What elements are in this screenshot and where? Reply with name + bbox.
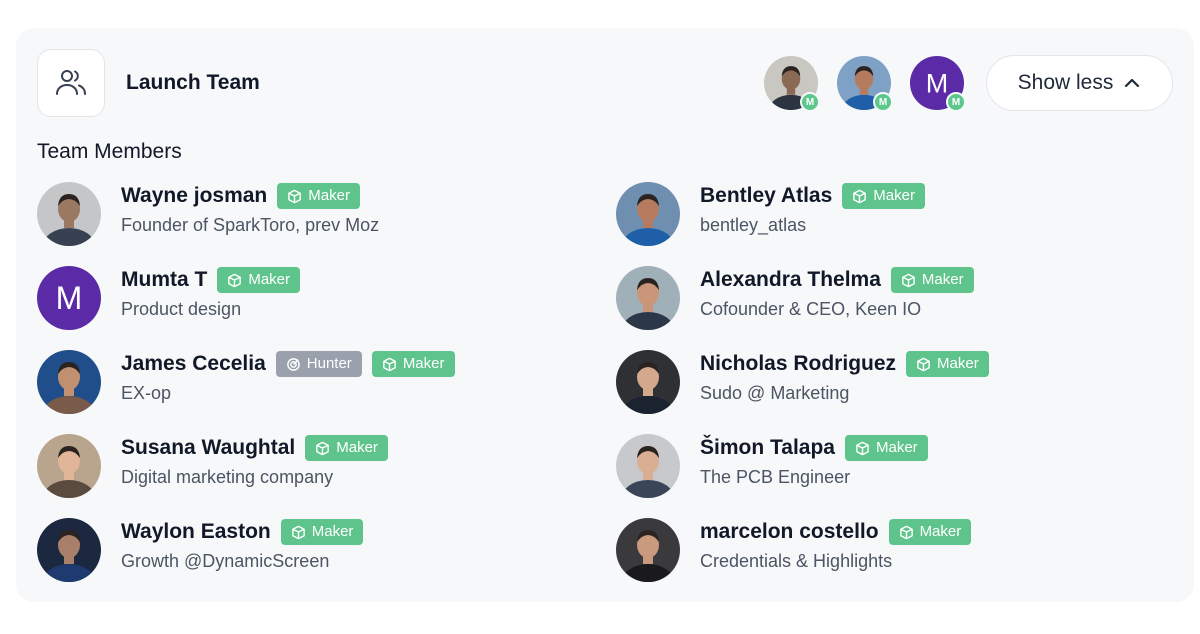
member-name[interactable]: marcelon costello <box>700 518 879 546</box>
hunter-badge: Hunter <box>275 351 362 377</box>
target-icon <box>286 357 300 371</box>
cube-icon <box>382 357 396 371</box>
maker-badge: Maker <box>371 351 455 377</box>
member-info: Waylon Easton Maker Growth @DynamicScreen <box>121 518 364 572</box>
member-headline: Product design <box>121 299 242 319</box>
team-member-item[interactable]: James Cecelia Hunter Maker EX-op <box>37 346 597 414</box>
badge-label: Maker <box>937 355 979 372</box>
member-name[interactable]: Bentley Atlas <box>700 182 832 210</box>
member-avatar[interactable] <box>37 434 101 498</box>
member-info: Mumta T Maker Product design <box>121 266 301 320</box>
badge-label: Maker <box>875 439 918 456</box>
badge-label: Maker <box>919 523 962 540</box>
member-avatar[interactable] <box>616 182 680 246</box>
badge-label: Maker <box>921 271 964 288</box>
member-avatar[interactable] <box>37 518 101 582</box>
member-info: James Cecelia Hunter Maker EX-op <box>121 350 455 404</box>
maker-badge: Maker <box>305 435 388 461</box>
cube-icon <box>853 189 867 203</box>
svg-text:M: M <box>926 68 949 98</box>
member-name[interactable]: Waylon Easton <box>121 518 271 546</box>
member-name[interactable]: Nicholas Rodriguez <box>700 350 896 378</box>
maker-badge: Maker <box>890 267 974 293</box>
member-headline: Founder of SparkToro, prev Moz <box>121 215 380 235</box>
maker-badge: Maker <box>842 183 925 209</box>
maker-badge: Maker <box>906 351 989 377</box>
member-name[interactable]: Wayne josman <box>121 182 267 210</box>
launch-team-card: Launch Team MMMM Show less Team Members … <box>16 28 1194 602</box>
team-member-item[interactable]: Šimon Talapa Maker The PCB Engineer <box>616 430 1176 498</box>
team-member-item[interactable]: Bentley Atlas Maker bentley_atlas <box>616 178 1176 246</box>
show-less-button[interactable]: Show less <box>986 55 1173 111</box>
show-less-label: Show less <box>1017 71 1114 94</box>
chevron-up-icon <box>1125 78 1140 88</box>
member-headline: The PCB Engineer <box>700 467 851 487</box>
cube-icon <box>288 189 302 203</box>
launch-team-title: Launch Team <box>126 71 260 94</box>
team-member-item[interactable]: Susana Waughtal Maker Digital marketing co… <box>37 430 597 498</box>
member-headline: Digital marketing company <box>121 467 334 487</box>
maker-badge: Maker <box>888 519 972 545</box>
maker-badge: Maker <box>844 435 928 461</box>
member-avatar[interactable] <box>616 350 680 414</box>
badge-label: Maker <box>311 523 354 540</box>
cube-icon <box>902 273 915 287</box>
badge-label: Maker <box>308 187 350 204</box>
member-info: Nicholas Rodriguez Maker Sudo @ Marketing <box>700 350 989 404</box>
header-avatar[interactable]: M <box>837 56 893 112</box>
member-name[interactable]: Susana Waughtal <box>121 434 295 462</box>
team-member-item[interactable]: Waylon Easton Maker Growth @DynamicScreen <box>37 514 597 582</box>
cube-icon <box>856 441 869 455</box>
member-headline: bentley_atlas <box>700 215 807 235</box>
team-member-item[interactable]: Alexandra Thelma Maker Cofounder & CEO, Ke… <box>616 262 1176 330</box>
cube-icon <box>917 357 930 371</box>
member-avatar[interactable] <box>616 518 680 582</box>
member-name[interactable]: Mumta T <box>121 266 207 294</box>
member-name[interactable]: Alexandra Thelma <box>700 266 881 294</box>
badge-label: Maker <box>873 187 915 204</box>
member-headline: EX-op <box>121 383 172 403</box>
badge-label: Maker <box>248 271 291 288</box>
header-avatar[interactable]: M <box>764 56 820 112</box>
member-avatar[interactable] <box>37 182 101 246</box>
maker-badge-icon: M <box>873 92 893 112</box>
cube-icon <box>316 441 330 455</box>
team-member-item[interactable]: Nicholas Rodriguez Maker Sudo @ Marketing <box>616 346 1176 414</box>
launch-team-header: Launch Team MMMM Show less <box>16 28 1194 138</box>
member-info: Susana Waughtal Maker Digital marketing co… <box>121 434 388 488</box>
member-avatar[interactable] <box>616 434 680 498</box>
member-headline: Cofounder & CEO, Keen IO <box>700 299 922 319</box>
member-info: Alexandra Thelma Maker Cofounder & CEO, Ke… <box>700 266 974 320</box>
users-icon <box>37 49 105 117</box>
maker-badge: Maker <box>280 519 364 545</box>
cube-icon <box>899 525 913 539</box>
maker-badge-icon: M <box>800 92 820 112</box>
member-avatar[interactable] <box>616 266 680 330</box>
svg-text:M: M <box>56 280 83 316</box>
team-member-item[interactable]: M Mumta T Maker Product design <box>37 262 597 330</box>
team-member-item[interactable]: marcelon costello Maker Credentials & High… <box>616 514 1176 582</box>
badge-label: Maker <box>336 439 378 456</box>
member-headline: Growth @DynamicScreen <box>121 551 330 571</box>
maker-badge-icon: M <box>946 92 966 112</box>
badge-label: Maker <box>402 355 445 372</box>
member-info: Šimon Talapa Maker The PCB Engineer <box>700 434 928 488</box>
member-info: marcelon costello Maker Credentials & High… <box>700 518 972 572</box>
cube-icon <box>228 273 242 287</box>
header-avatar[interactable]: MM <box>910 56 966 112</box>
member-info: Bentley Atlas Maker bentley_atlas <box>700 182 925 236</box>
member-name[interactable]: Šimon Talapa <box>700 434 835 462</box>
maker-badge: Maker <box>217 267 301 293</box>
member-info: Wayne josman Maker Founder of SparkToro, p… <box>121 182 379 236</box>
team-member-item[interactable]: Wayne josman Maker Founder of SparkToro, p… <box>37 178 597 246</box>
member-headline: Credentials & Highlights <box>700 551 893 571</box>
member-headline: Sudo @ Marketing <box>700 383 850 403</box>
member-name[interactable]: James Cecelia <box>121 350 266 378</box>
member-avatar[interactable]: M <box>37 266 101 330</box>
badge-label: Hunter <box>306 355 352 372</box>
maker-badge: Maker <box>277 183 360 209</box>
member-avatar[interactable] <box>37 350 101 414</box>
cube-icon <box>291 525 305 539</box>
team-members-heading: Team Members <box>37 140 182 163</box>
